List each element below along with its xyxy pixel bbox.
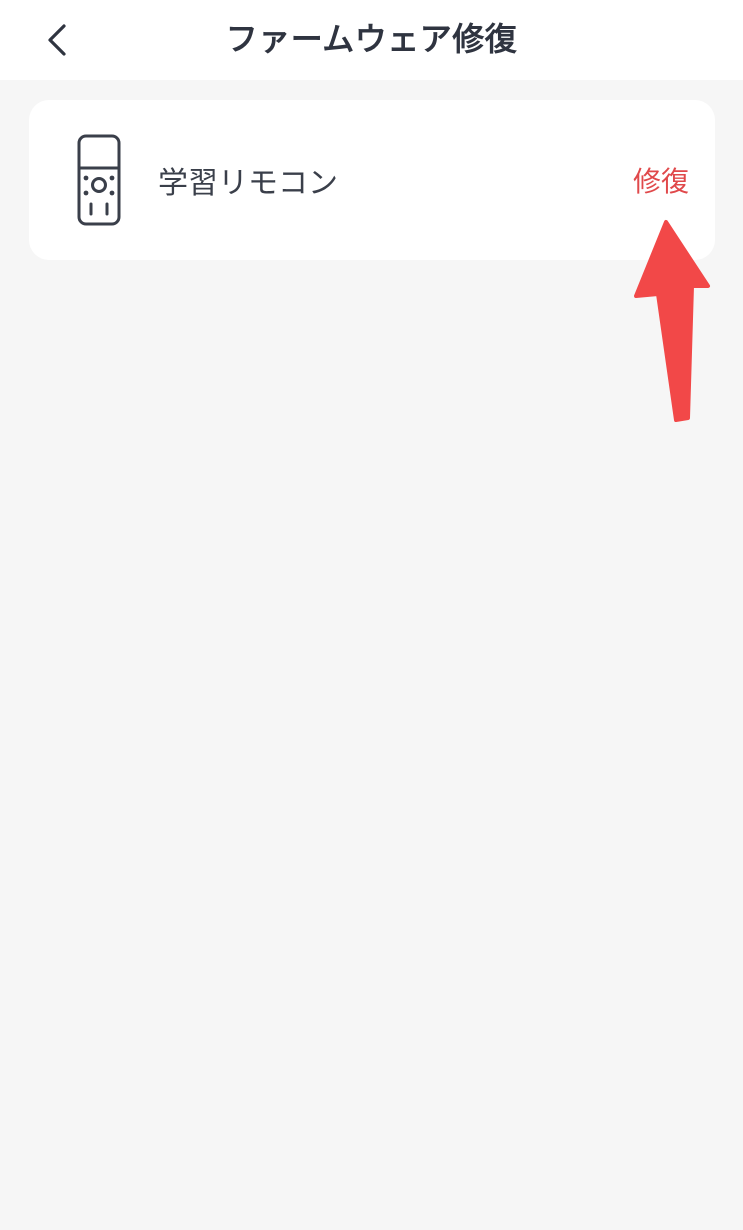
device-name: 学習リモコン <box>158 166 338 201</box>
device-card: 学習リモコン 修復 <box>29 100 715 260</box>
top-bar: ファームウェア修復 <box>0 0 743 80</box>
page-title: ファームウェア修復 <box>225 20 518 58</box>
repair-button[interactable]: 修復 <box>633 100 689 260</box>
remote-control-icon <box>77 134 121 226</box>
